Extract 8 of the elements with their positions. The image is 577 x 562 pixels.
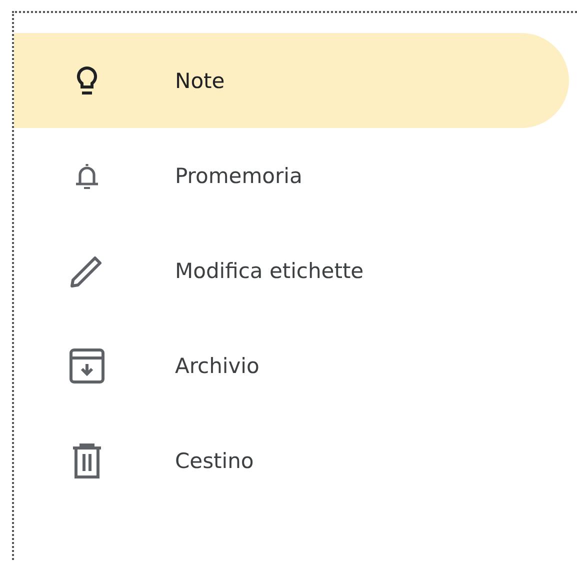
sidebar-item[interactable]: Modifica etichette [14,223,569,318]
sidebar-item[interactable]: Cestino [14,413,569,508]
bulb-icon [76,66,98,96]
archive-icon [69,348,105,384]
sidebar-item[interactable]: Note [14,33,569,128]
trash-icon [71,442,103,478]
sidebar-item[interactable]: Archivio [14,318,569,413]
sidebar-item[interactable]: Promemoria [14,128,569,223]
